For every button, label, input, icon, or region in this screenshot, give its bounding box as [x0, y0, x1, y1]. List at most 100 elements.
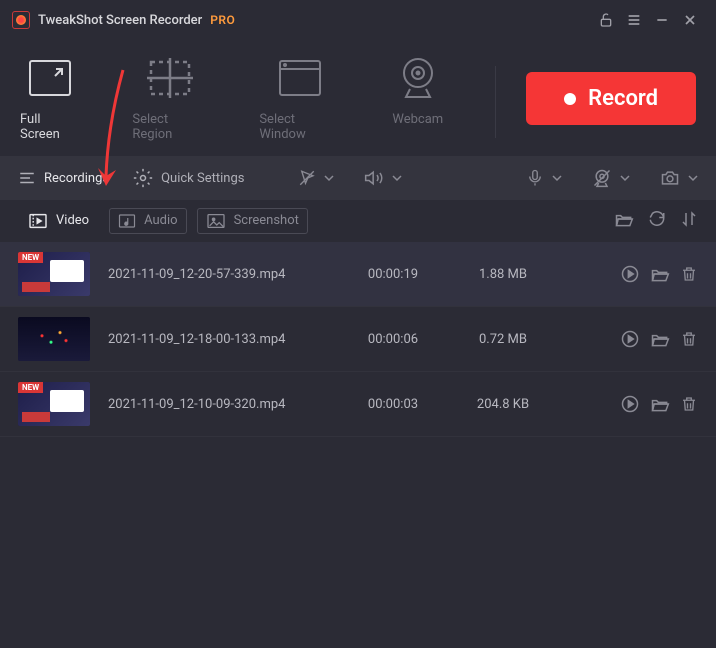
- pro-badge: PRO: [210, 13, 235, 27]
- file-size: 204.8 KB: [448, 397, 558, 412]
- cursor-toggle[interactable]: [298, 169, 334, 187]
- folder-open-icon: [614, 210, 634, 228]
- chevron-down-icon: [620, 173, 630, 183]
- cursor-disabled-icon: [298, 169, 316, 187]
- record-dot-icon: [564, 93, 576, 105]
- refresh-icon: [648, 210, 666, 228]
- sort-icon: [680, 210, 698, 228]
- file-list: NEW 2021-11-09_12-20-57-339.mp4 00:00:19…: [0, 242, 716, 437]
- unlock-button[interactable]: [592, 6, 620, 34]
- tabs-bar: Video Audio Screenshot: [0, 200, 716, 242]
- webcam-disabled-icon: [592, 168, 612, 188]
- speaker-toggle[interactable]: [364, 168, 402, 188]
- mode-label: Select Region: [132, 112, 207, 142]
- sort-button[interactable]: [680, 210, 698, 232]
- folder-open-icon: [650, 265, 670, 283]
- record-label: Record: [588, 86, 658, 111]
- trash-icon: [680, 329, 698, 349]
- play-icon: [620, 264, 640, 284]
- trash-icon: [680, 264, 698, 284]
- file-name: 2021-11-09_12-10-09-320.mp4: [108, 397, 338, 412]
- thumbnail: NEW: [18, 252, 90, 296]
- mode-fullscreen[interactable]: Full Screen: [20, 58, 80, 142]
- list-icon: [18, 169, 36, 187]
- close-icon: [682, 12, 698, 28]
- file-duration: 00:00:19: [338, 267, 448, 282]
- open-location-button[interactable]: [650, 265, 670, 283]
- tab-audio[interactable]: Audio: [109, 208, 186, 234]
- titlebar: TweakShot Screen Recorder PRO: [0, 0, 716, 40]
- tab-label: Screenshot: [234, 213, 299, 228]
- fullscreen-icon: [26, 58, 74, 98]
- camera-icon: [660, 168, 680, 188]
- play-button[interactable]: [620, 329, 640, 349]
- quick-settings-label: Quick Settings: [161, 171, 244, 186]
- delete-button[interactable]: [680, 329, 698, 349]
- mode-webcam[interactable]: Webcam: [392, 58, 443, 127]
- mode-label: Select Window: [259, 112, 340, 142]
- open-location-button[interactable]: [650, 330, 670, 348]
- mode-region[interactable]: Select Region: [132, 58, 207, 142]
- thumbnail: NEW: [18, 382, 90, 426]
- app-logo: [12, 11, 30, 29]
- new-badge: NEW: [18, 382, 43, 393]
- file-row[interactable]: NEW 2021-11-09_12-20-57-339.mp4 00:00:19…: [0, 242, 716, 307]
- close-button[interactable]: [676, 6, 704, 34]
- recordings-tab[interactable]: Recordings: [18, 169, 109, 187]
- file-row[interactable]: 2021-11-09_12-18-00-133.mp4 00:00:06 0.7…: [0, 307, 716, 372]
- file-size: 1.88 MB: [448, 267, 558, 282]
- open-location-button[interactable]: [650, 395, 670, 413]
- trash-icon: [680, 394, 698, 414]
- mode-label: Webcam: [392, 112, 443, 127]
- minimize-button[interactable]: [648, 6, 676, 34]
- minimize-icon: [654, 12, 670, 28]
- play-icon: [620, 329, 640, 349]
- play-button[interactable]: [620, 264, 640, 284]
- open-folder-button[interactable]: [614, 210, 634, 232]
- region-icon: [146, 58, 194, 98]
- unlock-icon: [598, 12, 614, 28]
- file-duration: 00:00:06: [338, 332, 448, 347]
- chevron-down-icon: [392, 173, 402, 183]
- audio-icon: [118, 213, 136, 229]
- play-button[interactable]: [620, 394, 640, 414]
- speaker-icon: [364, 168, 384, 188]
- record-button[interactable]: Record: [526, 72, 696, 125]
- thumbnail: [18, 317, 90, 361]
- hamburger-icon: [626, 12, 642, 28]
- delete-button[interactable]: [680, 394, 698, 414]
- webcam-toggle[interactable]: [592, 168, 630, 188]
- folder-open-icon: [650, 330, 670, 348]
- mode-toolbar: Full Screen Select Region Select Window …: [0, 40, 716, 156]
- file-row[interactable]: NEW 2021-11-09_12-10-09-320.mp4 00:00:03…: [0, 372, 716, 437]
- quick-settings-button[interactable]: Quick Settings: [133, 168, 244, 188]
- file-name: 2021-11-09_12-18-00-133.mp4: [108, 332, 338, 347]
- tab-video[interactable]: Video: [18, 207, 99, 235]
- mode-window[interactable]: Select Window: [259, 58, 340, 142]
- mode-label: Full Screen: [20, 112, 80, 142]
- camera-toggle[interactable]: [660, 168, 698, 188]
- file-size: 0.72 MB: [448, 332, 558, 347]
- menu-button[interactable]: [620, 6, 648, 34]
- webcam-icon: [394, 58, 442, 98]
- file-duration: 00:00:03: [338, 397, 448, 412]
- divider: [495, 66, 496, 138]
- chevron-down-icon: [324, 173, 334, 183]
- new-badge: NEW: [18, 252, 43, 263]
- tab-screenshot[interactable]: Screenshot: [197, 208, 308, 234]
- app-title: TweakShot Screen Recorder: [38, 13, 202, 28]
- screenshot-icon: [206, 213, 226, 229]
- mic-icon: [526, 169, 544, 187]
- folder-open-icon: [650, 395, 670, 413]
- refresh-button[interactable]: [648, 210, 666, 232]
- file-name: 2021-11-09_12-20-57-339.mp4: [108, 267, 338, 282]
- delete-button[interactable]: [680, 264, 698, 284]
- settings-bar: Recordings Quick Settings: [0, 156, 716, 200]
- chevron-down-icon: [552, 173, 562, 183]
- video-icon: [28, 213, 48, 229]
- window-icon: [276, 58, 324, 98]
- tab-label: Audio: [144, 213, 177, 228]
- gear-icon: [133, 168, 153, 188]
- mic-toggle[interactable]: [526, 169, 562, 187]
- play-icon: [620, 394, 640, 414]
